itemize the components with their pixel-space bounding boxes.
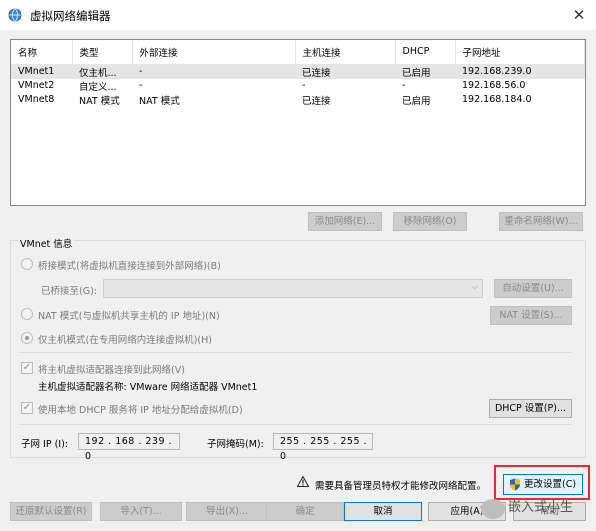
title-bar: 虚拟网络编辑器 ✕	[0, 0, 596, 30]
ok-button[interactable]: 确定	[266, 502, 344, 521]
table-cell: 自定义...	[79, 81, 117, 93]
restore-defaults-button[interactable]: 还原默认设置(R)	[10, 502, 92, 521]
cancel-button[interactable]: 取消	[344, 502, 422, 521]
nat-mode-label: NAT 模式(与虚拟机共享主机的 IP 地址)(N)	[38, 311, 220, 322]
bridged-mode-radio[interactable]	[21, 258, 33, 270]
table-cell: 192.168.239.0	[455, 64, 585, 79]
table-cell: 已连接	[295, 64, 395, 79]
column-header-name[interactable]: 名称	[11, 40, 73, 65]
table-cell: VMnet8	[18, 94, 55, 105]
bridged-to-select[interactable]: ⌵	[103, 279, 483, 298]
column-header-subnet[interactable]: 子网地址	[455, 40, 585, 65]
table-cell: VMnet2	[18, 80, 55, 91]
table-cell: 已连接	[302, 95, 331, 107]
column-header-type[interactable]: 类型	[72, 40, 133, 65]
remove-network-button[interactable]: 移除网络(O)	[393, 212, 467, 231]
column-header-dhcp[interactable]: DHCP	[395, 40, 456, 65]
host-adapter-name-label: 主机虚拟适配器名称: VMware 网络适配器 VMnet1	[38, 382, 258, 393]
subnet-ip-label: 子网 IP (I):	[21, 439, 68, 450]
group-divider	[19, 424, 572, 425]
group-divider	[19, 352, 572, 353]
highlight-box	[494, 465, 590, 500]
window-title: 虚拟网络编辑器	[30, 9, 111, 23]
nat-mode-radio[interactable]	[21, 308, 33, 320]
table-cell: 仅主机...	[72, 64, 132, 79]
table-row[interactable]: VMnet1 仅主机... - 已连接 已启用 192.168.239.0	[11, 64, 585, 79]
table-cell: -	[139, 80, 143, 91]
table-row[interactable]: VMnet2 自定义... - - - 192.168.56.0	[11, 79, 585, 93]
chevron-down-icon: ⌵	[471, 282, 478, 292]
column-header-external[interactable]: 外部连接	[132, 40, 296, 65]
rename-network-button[interactable]: 重命名网络(W)...	[499, 212, 583, 231]
use-dhcp-checkbox[interactable]: ✓	[21, 402, 33, 414]
column-header-host[interactable]: 主机连接	[295, 40, 396, 65]
close-button[interactable]: ✕	[568, 4, 590, 26]
admin-notice-text: 需要具备管理员特权才能修改网络配置。	[315, 481, 487, 492]
subnet-mask-label: 子网掩码(M):	[207, 439, 264, 450]
vmnet-info-group	[10, 240, 586, 458]
table-cell: 192.168.184.0	[462, 94, 532, 105]
vmnet-info-legend: VMnet 信息	[18, 236, 75, 250]
table-cell: NAT 模式	[139, 95, 180, 107]
table-header-row: 名称 类型 外部连接 主机连接 DHCP 子网地址	[11, 40, 585, 65]
subnet-ip-field[interactable]: 192 . 168 . 239 . 0	[78, 433, 180, 462]
table-cell: 已启用	[402, 95, 431, 107]
bridged-mode-label: 桥接模式(将虚拟机直接连接到外部网络)(B)	[38, 261, 221, 272]
table-cell: 192.168.56.0	[462, 80, 526, 91]
wechat-logo-icon	[481, 499, 505, 519]
host-only-label: 仅主机模式(在专用网络内连接虚拟机)(H)	[38, 335, 212, 346]
bridged-to-label: 已桥接至(G):	[41, 286, 97, 297]
table-cell: -	[132, 64, 295, 79]
connect-host-adapter-checkbox[interactable]: ✓	[21, 362, 33, 374]
globe-icon	[8, 8, 22, 25]
auto-settings-button[interactable]: 自动设置(U)...	[494, 279, 572, 298]
connect-host-adapter-label: 将主机虚拟适配器连接到此网络(V)	[38, 365, 185, 376]
watermark-text: 嵌入式小生	[508, 500, 574, 515]
use-dhcp-label: 使用本地 DHCP 服务将 IP 地址分配给虚拟机(D)	[38, 405, 243, 416]
subnet-mask-field[interactable]: 255 . 255 . 255 . 0	[273, 433, 373, 462]
network-table[interactable]: 名称 类型 外部连接 主机连接 DHCP 子网地址 VMnet1 仅主机... …	[10, 39, 586, 206]
add-network-button[interactable]: 添加网络(E)...	[308, 212, 382, 231]
import-button[interactable]: 导入(T)...	[100, 502, 182, 521]
host-only-radio[interactable]	[21, 332, 33, 344]
nat-settings-button[interactable]: NAT 设置(S)...	[490, 306, 572, 325]
table-cell: 已启用	[395, 64, 455, 79]
table-cell: VMnet1	[11, 64, 72, 79]
table-cell: NAT 模式	[79, 95, 120, 107]
table-cell: -	[402, 80, 406, 91]
table-row[interactable]: VMnet8 NAT 模式 NAT 模式 已连接 已启用 192.168.184…	[11, 93, 585, 107]
warning-icon	[296, 475, 310, 490]
dhcp-settings-button[interactable]: DHCP 设置(P)...	[489, 399, 572, 418]
export-button[interactable]: 导出(X)...	[186, 502, 268, 521]
table-cell: -	[302, 80, 306, 91]
